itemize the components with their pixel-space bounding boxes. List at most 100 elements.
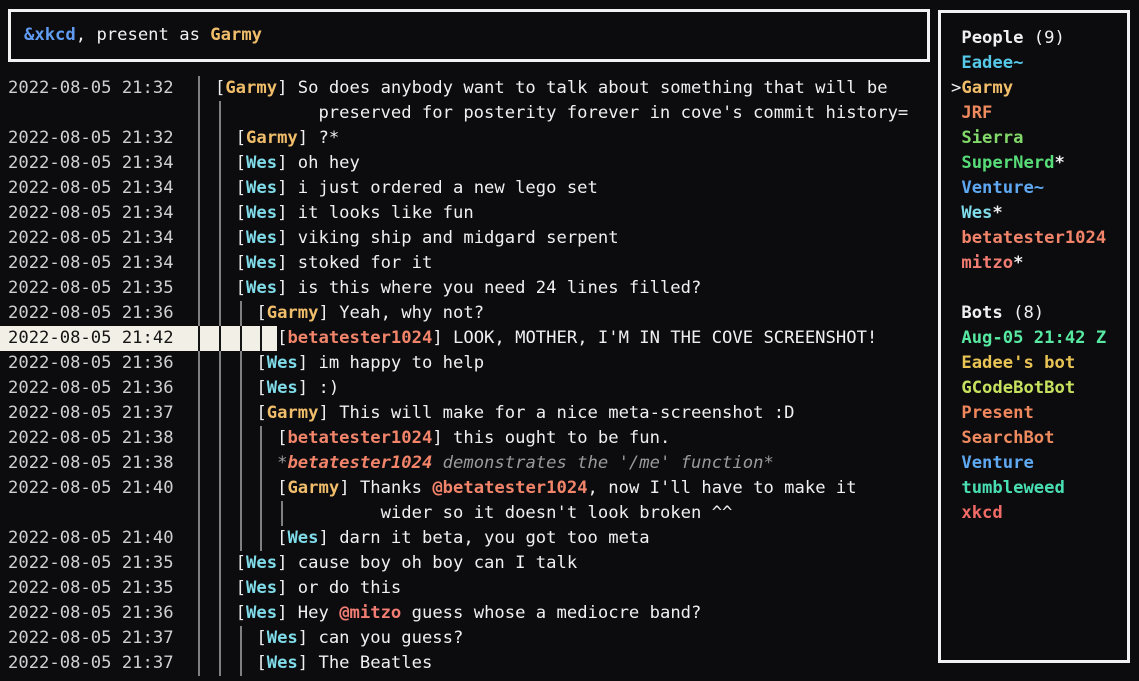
message-text: Thanks	[360, 478, 432, 498]
thread-line	[236, 326, 257, 351]
thread-line	[194, 351, 215, 376]
marker-spacer	[951, 153, 961, 173]
chat-message-row[interactable]: 2022-08-05 21:34 [Wes] viking ship and m…	[8, 226, 908, 251]
people-name: JRF	[961, 103, 992, 123]
bots-list-item[interactable]: Aug-05 21:42 Z	[951, 326, 1127, 351]
nick-text: Wes	[267, 378, 298, 398]
nick-text: Garmy	[225, 78, 277, 98]
marker-spacer	[951, 103, 961, 123]
chat-message-continuation[interactable]: preserved for posterity forever in cove'…	[8, 101, 908, 126]
timestamp: 2022-08-05 21:37	[8, 628, 194, 648]
chat-message-row-selected[interactable]: 2022-08-05 21:42 [betatester1024] LOOK, …	[8, 326, 908, 351]
thread-line	[236, 376, 257, 401]
chat-message-row[interactable]: 2022-08-05 21:32 [Garmy] So does anybody…	[8, 76, 908, 101]
chat-message-row[interactable]: 2022-08-05 21:37 [Wes] The Beatles	[8, 651, 908, 676]
channel-header: &xkcd, present as Garmy	[8, 9, 930, 62]
people-list-item[interactable]: JRF	[951, 101, 1127, 126]
thread-line	[194, 151, 215, 176]
chat-message-row[interactable]: 2022-08-05 21:40 [Garmy] Thanks @betates…	[8, 476, 908, 501]
people-list-item[interactable]: >Garmy	[951, 76, 1127, 101]
message-text: ]	[298, 628, 319, 648]
chat-message-row[interactable]: 2022-08-05 21:34 [Wes] stoked for it	[8, 251, 908, 276]
chat-message-row[interactable]: 2022-08-05 21:34 [Wes] oh hey	[8, 151, 908, 176]
nick-text: Garmy	[246, 128, 298, 148]
message-text: [	[236, 178, 246, 198]
chat-message-row[interactable]: 2022-08-05 21:32 [Garmy] ?*	[8, 126, 908, 151]
message-text: ]	[298, 128, 319, 148]
bots-list-item[interactable]: tumbleweed	[951, 476, 1127, 501]
people-list-item[interactable]: mitzo*	[951, 251, 1127, 276]
bots-list-item[interactable]: Present	[951, 401, 1127, 426]
message-text: ]	[432, 328, 453, 348]
thread-line	[194, 601, 215, 626]
chat-message-row[interactable]: 2022-08-05 21:35 [Wes] or do this	[8, 576, 908, 601]
people-list-item[interactable]: betatester1024	[951, 226, 1127, 251]
message-text: [	[236, 128, 246, 148]
thread-line	[194, 226, 215, 251]
message-text: ]	[277, 603, 298, 623]
marker-spacer	[951, 328, 961, 348]
chat-message-row[interactable]: 2022-08-05 21:36 [Wes] :)	[8, 376, 908, 401]
bots-name: SearchBot	[961, 428, 1054, 448]
thread-line	[194, 201, 215, 226]
thread-line	[194, 76, 215, 101]
timestamp: 2022-08-05 21:32	[8, 128, 194, 148]
status-suffix: *	[1055, 153, 1065, 173]
chat-message-row[interactable]: 2022-08-05 21:34 [Wes] i just ordered a …	[8, 176, 908, 201]
nick-text: Wes	[287, 528, 318, 548]
selected-marker: >	[951, 78, 961, 98]
thread-line	[194, 276, 215, 301]
thread-line	[215, 526, 236, 551]
people-list-item[interactable]: Wes*	[951, 201, 1127, 226]
message-text: The Beatles	[318, 653, 432, 673]
people-list-item[interactable]: Venture~	[951, 176, 1127, 201]
timestamp-spacer	[8, 503, 194, 523]
timestamp: 2022-08-05 21:34	[8, 253, 194, 273]
chat-message-row[interactable]: 2022-08-05 21:36 [Wes] im happy to help	[8, 351, 908, 376]
thread-line	[194, 376, 215, 401]
chat-message-row[interactable]: 2022-08-05 21:34 [Wes] it looks like fun	[8, 201, 908, 226]
bots-name: GCodeBotBot	[961, 378, 1075, 398]
member-sidebar: People (9) Eadee~>Garmy JRF Sierra Super…	[938, 10, 1130, 663]
chat-message-row[interactable]: 2022-08-05 21:37 [Garmy] This will make …	[8, 401, 908, 426]
people-name: Eadee	[961, 53, 1013, 73]
message-text: [	[277, 478, 287, 498]
thread-line	[236, 626, 257, 651]
message-text: ]	[277, 228, 298, 248]
chat-message-row[interactable]: 2022-08-05 21:40 [Wes] darn it beta, you…	[8, 526, 908, 551]
message-text: ?*	[318, 128, 339, 148]
chat-message-row[interactable]: 2022-08-05 21:36 [Wes] Hey @mitzo guess …	[8, 601, 908, 626]
bots-list-item[interactable]: xkcd	[951, 501, 1127, 526]
message-text: Hey	[298, 603, 339, 623]
timestamp: 2022-08-05 21:35	[8, 578, 194, 598]
chat-message-row[interactable]: 2022-08-05 21:37 [Wes] can you guess?	[8, 626, 908, 651]
thread-line	[194, 126, 215, 151]
bots-title-text: Bots	[961, 303, 1002, 323]
chat-message-row[interactable]: 2022-08-05 21:38 *betatester1024 demonst…	[8, 451, 908, 476]
thread-line	[194, 101, 215, 126]
bots-list-item[interactable]: Venture	[951, 451, 1127, 476]
message-text: This will make for a nice meta-screensho…	[339, 403, 794, 423]
message-text: cause boy oh boy can I talk	[298, 553, 577, 573]
chat-message-row[interactable]: 2022-08-05 21:35 [Wes] is this where you…	[8, 276, 908, 301]
people-list-item[interactable]: Sierra	[951, 126, 1127, 151]
timestamp: 2022-08-05 21:34	[8, 178, 194, 198]
nick-text: Wes	[246, 603, 277, 623]
bots-list-item[interactable]: GCodeBotBot	[951, 376, 1127, 401]
people-list-item[interactable]: Eadee~	[951, 51, 1127, 76]
nick-text: Wes	[246, 253, 277, 273]
bots-list-item[interactable]: SearchBot	[951, 426, 1127, 451]
marker-spacer	[951, 403, 961, 423]
chat-message-row[interactable]: 2022-08-05 21:35 [Wes] cause boy oh boy …	[8, 551, 908, 576]
chat-message-row[interactable]: 2022-08-05 21:36 [Garmy] Yeah, why not?	[8, 301, 908, 326]
people-list-item[interactable]: SuperNerd*	[951, 151, 1127, 176]
bots-name: tumbleweed	[961, 478, 1064, 498]
message-text: ]	[277, 553, 298, 573]
message-text: i just ordered a new lego set	[298, 178, 598, 198]
bots-name: Present	[961, 403, 1033, 423]
thread-line	[194, 301, 215, 326]
chat-message-continuation[interactable]: wider so it doesn't look broken ^^	[8, 501, 908, 526]
bots-list-item[interactable]: Eadee's bot	[951, 351, 1127, 376]
thread-line	[194, 251, 215, 276]
chat-message-row[interactable]: 2022-08-05 21:38 [betatester1024] this o…	[8, 426, 908, 451]
